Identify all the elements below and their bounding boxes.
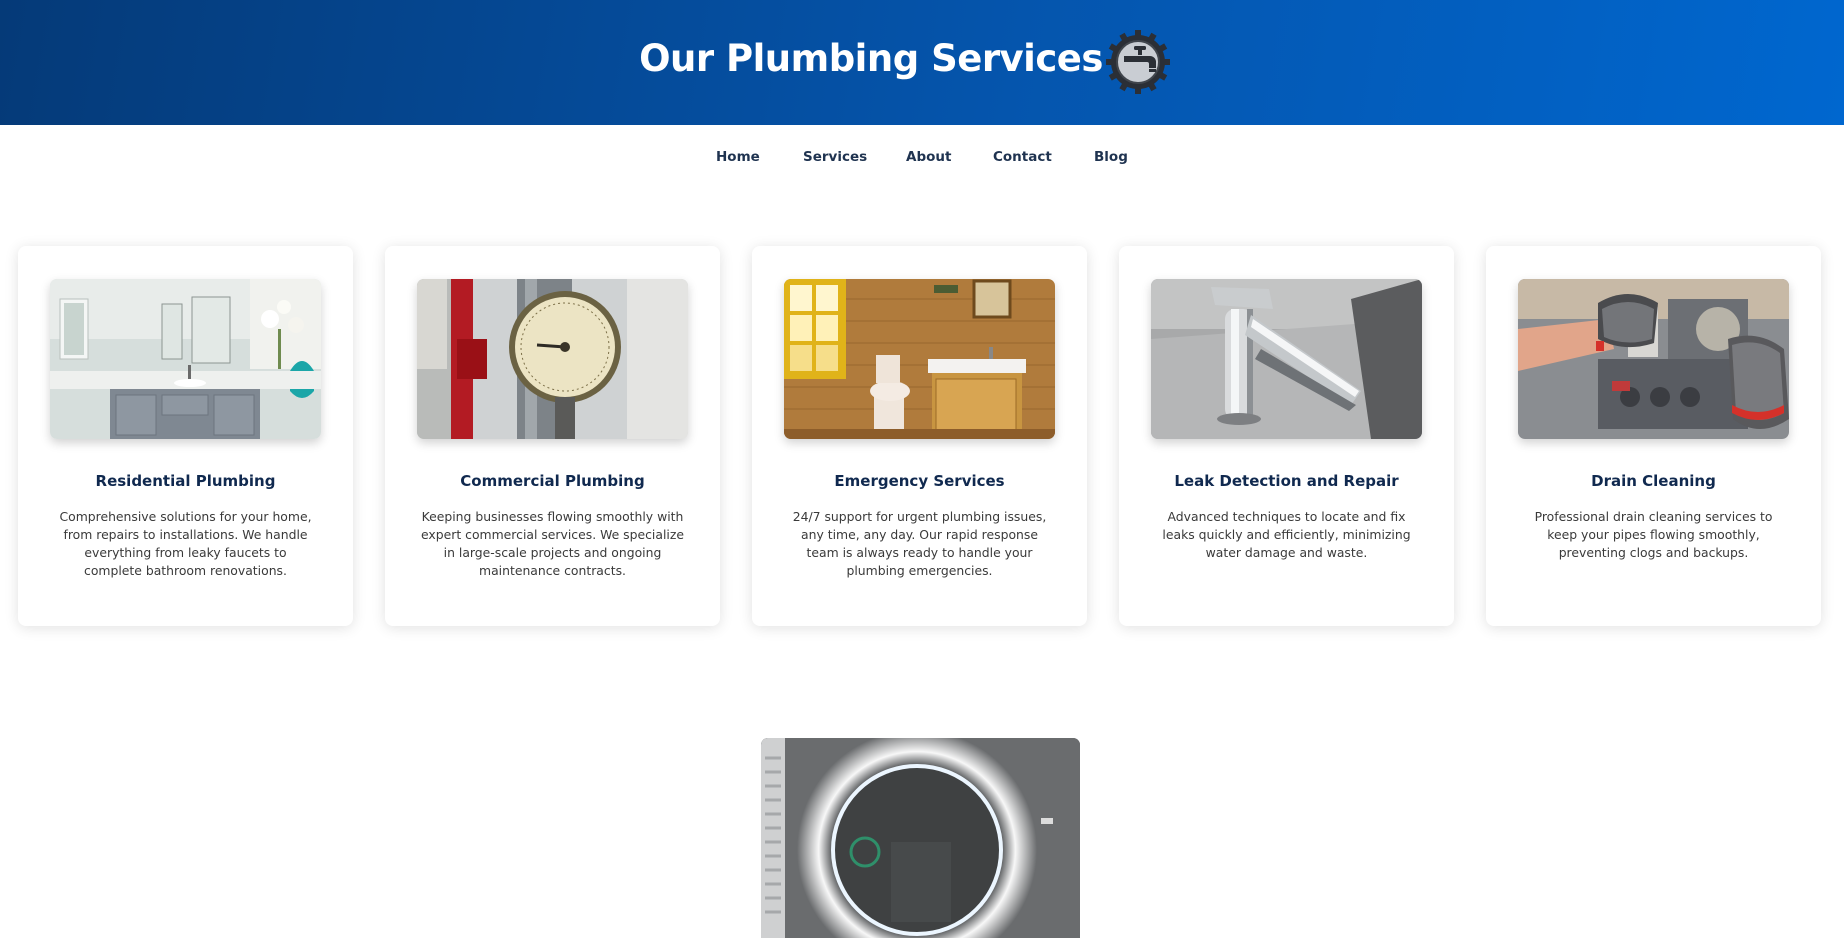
nav-about[interactable]: About	[906, 149, 951, 165]
service-card-commercial[interactable]: Commercial Plumbing Keeping businesses f…	[385, 246, 720, 626]
card-title: Commercial Plumbing	[460, 472, 645, 490]
card-description: Advanced techniques to locate and fix le…	[1162, 509, 1411, 560]
bathroom-vanity-photo	[50, 279, 321, 439]
nav-home[interactable]: Home	[716, 149, 760, 165]
services-grid: Residential Plumbing Comprehensive solut…	[18, 246, 1826, 626]
site-header: Our Plumbing Services	[0, 0, 1844, 125]
chrome-faucet-photo	[1151, 279, 1422, 439]
card-description: Comprehensive solutions for your home, f…	[59, 509, 312, 578]
card-title: Emergency Services	[834, 472, 1005, 490]
service-card-residential[interactable]: Residential Plumbing Comprehensive solut…	[18, 246, 353, 626]
backlit-round-mirror-photo	[761, 738, 1080, 938]
card-description: Keeping businesses flowing smoothly with…	[421, 509, 684, 578]
wooden-bathroom-photo	[784, 279, 1055, 439]
card-description: Professional drain cleaning services to …	[1534, 509, 1773, 560]
card-title: Leak Detection and Repair	[1174, 472, 1399, 490]
service-card-drain-cleaning[interactable]: Drain Cleaning Professional drain cleani…	[1486, 246, 1821, 626]
service-card-leak-detection[interactable]: Leak Detection and Repair Advanced techn…	[1119, 246, 1454, 626]
pressure-gauge-photo	[417, 279, 688, 439]
card-description: 24/7 support for urgent plumbing issues,…	[792, 509, 1047, 578]
faucet-gear-icon[interactable]	[1104, 28, 1172, 96]
gloved-hands-boiler-photo	[1518, 279, 1789, 439]
card-title: Residential Plumbing	[95, 472, 276, 490]
main-nav: Home Services About Contact Blog	[0, 125, 1844, 190]
card-title: Drain Cleaning	[1591, 472, 1716, 490]
nav-services[interactable]: Services	[803, 149, 867, 165]
page-title: Our Plumbing Services	[639, 37, 1103, 80]
nav-contact[interactable]: Contact	[993, 149, 1052, 165]
service-card-emergency[interactable]: Emergency Services 24/7 support for urge…	[752, 246, 1087, 626]
nav-blog[interactable]: Blog	[1094, 149, 1128, 165]
